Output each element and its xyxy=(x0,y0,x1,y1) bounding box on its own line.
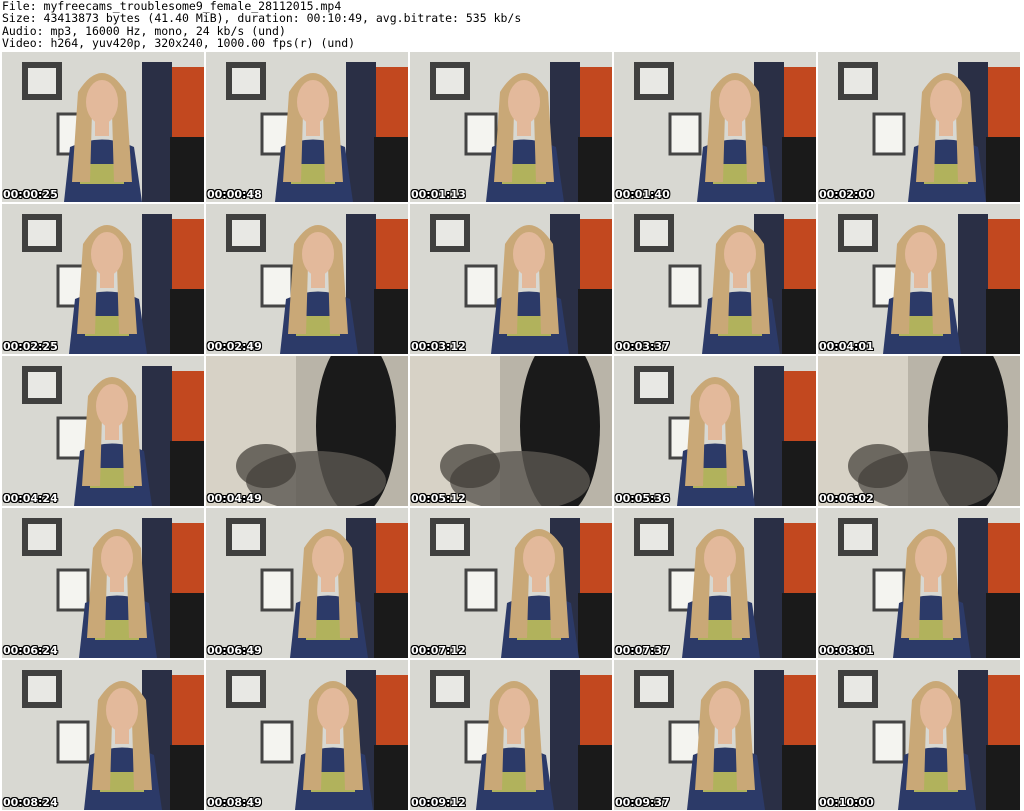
thumbnail-timestamp: 00:08:49 xyxy=(207,796,262,809)
thumbnail-image xyxy=(2,52,204,202)
thumbnail-timestamp: 00:02:25 xyxy=(3,340,58,353)
thumbnail-image xyxy=(818,52,1020,202)
thumbnail-frame: 00:04:24 xyxy=(2,356,204,506)
thumbnail-frame: 00:04:01 xyxy=(818,204,1020,354)
thumbnail-timestamp: 00:01:13 xyxy=(411,188,466,201)
thumbnail-frame: 00:08:49 xyxy=(206,660,408,810)
thumbnail-image xyxy=(206,356,408,506)
thumbnail-image xyxy=(818,356,1020,506)
thumbnail-timestamp: 00:06:24 xyxy=(3,644,58,657)
thumbnail-frame: 00:06:24 xyxy=(2,508,204,658)
video-info-line: Video: h264, yuv420p, 320x240, 1000.00 f… xyxy=(2,36,356,51)
thumbnail-grid: 00:00:25 00:00:48 00:01:13 00:01:40 00:0… xyxy=(2,52,1020,810)
thumbnail-frame: 00:08:01 xyxy=(818,508,1020,658)
thumbnail-image xyxy=(410,204,612,354)
thumbnail-frame: 00:06:02 xyxy=(818,356,1020,506)
thumbnail-timestamp: 00:03:12 xyxy=(411,340,466,353)
thumbnail-image xyxy=(206,52,408,202)
thumbnail-frame: 00:01:40 xyxy=(614,52,816,202)
thumbnail-frame: 00:06:49 xyxy=(206,508,408,658)
thumbnail-image xyxy=(614,356,816,506)
thumbnail-image xyxy=(410,52,612,202)
thumbnail-timestamp: 00:09:37 xyxy=(615,796,670,809)
thumbnail-timestamp: 00:05:36 xyxy=(615,492,670,505)
thumbnail-frame: 00:05:12 xyxy=(410,356,612,506)
thumbnail-frame: 00:01:13 xyxy=(410,52,612,202)
thumbnail-frame: 00:07:12 xyxy=(410,508,612,658)
thumbnail-image xyxy=(818,508,1020,658)
thumbnail-timestamp: 00:07:12 xyxy=(411,644,466,657)
thumbnail-timestamp: 00:06:49 xyxy=(207,644,262,657)
thumbnail-frame: 00:05:36 xyxy=(614,356,816,506)
thumbnail-timestamp: 00:08:24 xyxy=(3,796,58,809)
thumbnail-image xyxy=(2,356,204,506)
thumbnail-timestamp: 00:04:01 xyxy=(819,340,874,353)
thumbnail-frame: 00:04:49 xyxy=(206,356,408,506)
thumbnail-image xyxy=(410,508,612,658)
thumbnail-timestamp: 00:00:48 xyxy=(207,188,262,201)
thumbnail-image xyxy=(614,660,816,810)
thumbnail-timestamp: 00:09:12 xyxy=(411,796,466,809)
thumbnail-image xyxy=(2,660,204,810)
thumbnail-image xyxy=(614,204,816,354)
thumbnail-timestamp: 00:04:49 xyxy=(207,492,262,505)
thumbnail-timestamp: 00:06:02 xyxy=(819,492,874,505)
file-info-header: File: myfreecams_troublesome9_female_281… xyxy=(2,0,521,50)
thumbnail-image xyxy=(206,204,408,354)
thumbnail-image xyxy=(818,660,1020,810)
thumbnail-image xyxy=(206,508,408,658)
thumbnail-image xyxy=(410,660,612,810)
thumbnail-frame: 00:02:00 xyxy=(818,52,1020,202)
thumbnail-frame: 00:03:12 xyxy=(410,204,612,354)
thumbnail-frame: 00:02:49 xyxy=(206,204,408,354)
thumbnail-frame: 00:02:25 xyxy=(2,204,204,354)
thumbnail-image xyxy=(818,204,1020,354)
thumbnail-image xyxy=(206,660,408,810)
thumbnail-frame: 00:03:37 xyxy=(614,204,816,354)
thumbnail-image xyxy=(614,52,816,202)
thumbnail-frame: 00:07:37 xyxy=(614,508,816,658)
thumbnail-frame: 00:00:25 xyxy=(2,52,204,202)
thumbnail-image xyxy=(2,204,204,354)
thumbnail-timestamp: 00:07:37 xyxy=(615,644,670,657)
thumbnail-timestamp: 00:00:25 xyxy=(3,188,58,201)
thumbnail-timestamp: 00:05:12 xyxy=(411,492,466,505)
thumbnail-timestamp: 00:08:01 xyxy=(819,644,874,657)
thumbnail-image xyxy=(2,508,204,658)
thumbnail-timestamp: 00:03:37 xyxy=(615,340,670,353)
thumbnail-timestamp: 00:02:00 xyxy=(819,188,874,201)
file-size-line: Size: 43413873 bytes (41.40 MiB), durati… xyxy=(2,11,522,26)
thumbnail-frame: 00:10:00 xyxy=(818,660,1020,810)
thumbnail-timestamp: 00:10:00 xyxy=(819,796,874,809)
thumbnail-timestamp: 00:04:24 xyxy=(3,492,58,505)
thumbnail-timestamp: 00:02:49 xyxy=(207,340,262,353)
thumbnail-timestamp: 00:01:40 xyxy=(615,188,670,201)
thumbnail-image xyxy=(614,508,816,658)
thumbnail-frame: 00:09:37 xyxy=(614,660,816,810)
thumbnail-frame: 00:00:48 xyxy=(206,52,408,202)
thumbnail-frame: 00:08:24 xyxy=(2,660,204,810)
thumbnail-frame: 00:09:12 xyxy=(410,660,612,810)
thumbnail-image xyxy=(410,356,612,506)
